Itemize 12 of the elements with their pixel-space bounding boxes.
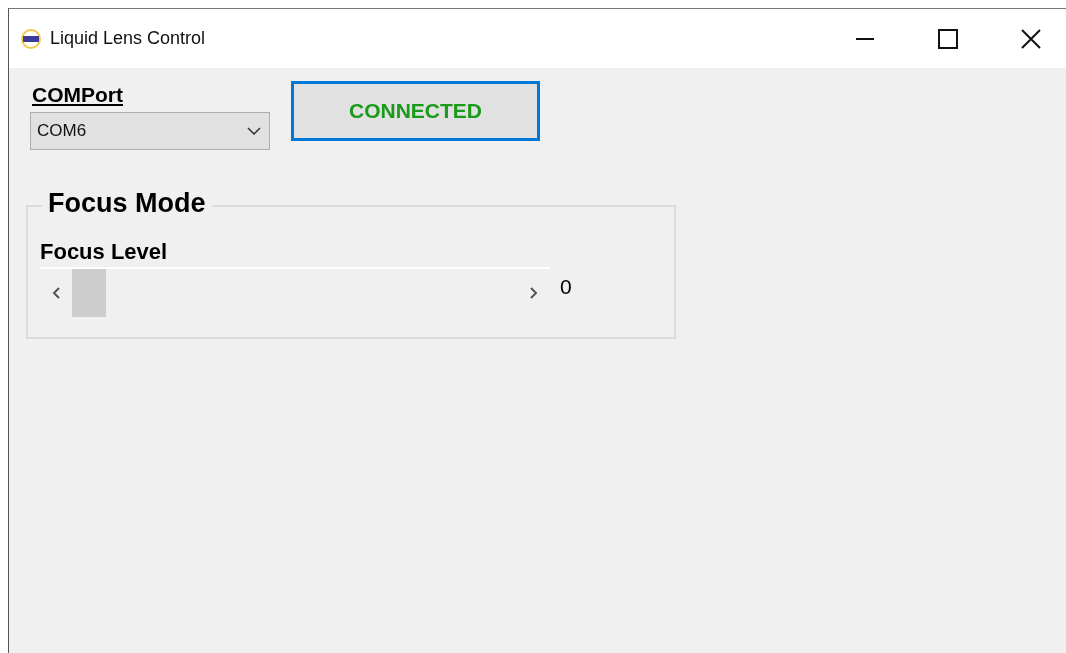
chevron-down-icon [247,127,261,135]
scroll-thumb[interactable] [72,269,106,317]
focus-level-label: Focus Level [40,238,169,266]
maximize-icon [938,28,958,49]
window-title: Liquid Lens Control [50,28,206,49]
com-port-label: COMPort [32,82,124,108]
close-icon [1021,28,1041,49]
focus-level-value: 0 [560,275,572,299]
app-logo-icon [20,28,42,49]
minimize-icon [856,37,874,40]
com-port-dropdown[interactable]: COM6 [30,112,270,150]
focus-level-scrollbar[interactable] [40,267,550,317]
